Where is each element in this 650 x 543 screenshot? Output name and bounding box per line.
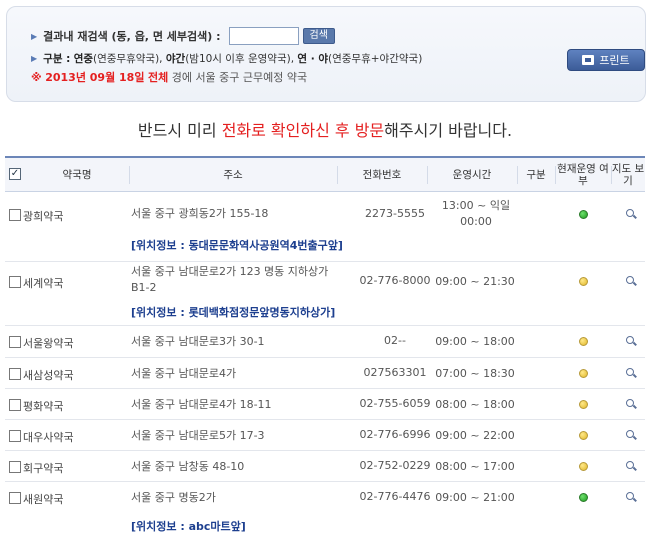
header-type: 구분 [526,169,546,181]
printer-icon [582,55,595,65]
bullet-arrow-icon: ▶ [31,54,38,63]
pharmacy-name[interactable]: 회구약국 [23,460,63,476]
row-checkbox[interactable] [9,430,21,442]
location-info: [위치정보 : 롯데백화점정문앞명동지하상가] [131,306,336,319]
pharmacy-name[interactable]: 세계약국 [23,275,63,291]
pharmacy-hours: 09:00 ~ 22:00 [435,429,515,442]
header-address: 주소 [223,169,243,181]
legend-night-title: 야간 [165,53,186,65]
pharmacy-address: 서울 중구 남대문로4가 [131,367,237,380]
legend-row: ▶ 구분 : 연중 (연중무휴약국), 야간 (밤10시 이후 운영약국), 연… [31,51,422,66]
pharmacy-name[interactable]: 대우사약국 [23,429,74,445]
map-view-icon[interactable] [625,460,637,472]
pharmacy-name[interactable]: 서울왕약국 [23,335,74,351]
row-checkbox[interactable] [9,399,21,411]
legend-day-desc: (연중무휴약국), [93,53,163,65]
header-hours: 운영시간 [452,169,492,181]
pharmacy-name[interactable]: 평화약국 [23,398,63,414]
table-row: 광희약국 서울 중구 광희동2가 155-18 2273-5555 13:00 … [5,193,645,262]
header-phone: 전화번호 [362,169,402,181]
map-view-icon[interactable] [625,398,637,410]
search-panel: ▶ 결과내 재검색 (동, 읍, 면 세부검색) : 검색 ▶ 구분 : 연중 … [6,6,646,102]
pharmacy-name[interactable]: 광희약국 [23,208,63,224]
notice-after: 해주시기 바랍니다. [384,121,513,140]
row-checkbox[interactable] [9,336,21,348]
status-dot-icon [579,493,588,502]
date-suffix: 경에 서울 중구 근무예정 약국 [171,71,308,84]
date-scope: 전체 [147,71,169,84]
legend-both-title: 연 · 야 [297,53,329,65]
header-status: 현재운영 여부 [557,163,609,187]
pharmacy-table: ✓ 약국명 주소 전화번호 운영시간 구분 현재운영 여부 지도 보기 광희약국… [5,156,645,533]
select-all-checkbox[interactable]: ✓ [9,168,21,180]
status-dot-icon [579,337,588,346]
legend-night-desc: (밤10시 이후 운영약국), [185,53,295,65]
table-row: 새삼성약국 서울 중구 남대문로4가 027563301 07:00 ~ 18:… [5,358,645,389]
pharmacy-address: 서울 중구 남대문로4가 18-11 [131,398,272,411]
table-header: ✓ 약국명 주소 전화번호 운영시간 구분 현재운영 여부 지도 보기 [5,156,645,192]
legend-day-title: 연중 [73,53,94,65]
pharmacy-address: 서울 중구 광희동2가 155-18 [131,207,269,220]
row-checkbox[interactable] [9,461,21,473]
pharmacy-name[interactable]: 새원약국 [23,491,63,507]
print-button-label: 프린트 [599,54,630,67]
pharmacy-address: 서울 중구 남대문로3가 30-1 [131,335,265,348]
date-row: ※ 2013년 09월 18일 전체 경에 서울 중구 근무예정 약국 [31,69,307,85]
map-view-icon[interactable] [625,429,637,441]
pharmacy-address: 서울 중구 남대문로2가 123 명동 지하상가 B1-2 [131,265,329,294]
search-label: 결과내 재검색 (동, 읍, 면 세부검색) : [43,30,221,43]
row-checkbox[interactable] [9,492,21,504]
date-value: 2013년 09월 18일 [45,71,145,84]
print-button[interactable]: 프린트 [567,49,645,71]
map-view-icon[interactable] [625,208,637,220]
pharmacy-hours: 13:00 ~ 익일 00:00 [441,199,511,228]
table-row: 서울왕약국 서울 중구 남대문로3가 30-1 02-- 09:00 ~ 18:… [5,326,645,358]
pharmacy-hours: 09:00 ~ 21:00 [435,491,515,504]
header-map: 지도 보기 [611,163,645,187]
pharmacy-hours: 07:00 ~ 18:30 [435,367,515,380]
search-row: ▶ 결과내 재검색 (동, 읍, 면 세부검색) : 검색 [31,27,335,45]
legend-both-desc: (연중무휴+야간약국) [328,53,423,65]
row-checkbox[interactable] [9,368,21,380]
pharmacy-hours: 09:00 ~ 18:00 [435,335,515,348]
status-dot-icon [579,369,588,378]
pharmacy-hours: 08:00 ~ 17:00 [435,460,515,473]
pharmacy-address: 서울 중구 남창동 48-10 [131,460,245,473]
pharmacy-phone: 2273-5555 [365,207,425,220]
header-name: 약국명 [62,169,92,181]
pharmacy-name[interactable]: 새삼성약국 [23,367,74,383]
search-button[interactable]: 검색 [302,28,335,44]
map-view-icon[interactable] [625,275,637,287]
pharmacy-address: 서울 중구 남대문로5가 17-3 [131,429,265,442]
row-checkbox[interactable] [9,276,21,288]
status-dot-icon [579,400,588,409]
table-row: 대우사약국 서울 중구 남대문로5가 17-3 02-776-6996 09:0… [5,420,645,451]
table-row: 회구약국 서울 중구 남창동 48-10 02-752-0229 08:00 ~… [5,451,645,482]
location-info: [위치정보 : abc마트앞] [131,520,246,533]
status-dot-icon [579,277,588,286]
pharmacy-address: 서울 중구 명동2가 [131,491,216,504]
status-dot-icon [579,210,588,219]
map-view-icon[interactable] [625,367,637,379]
status-dot-icon [579,462,588,471]
table-row: 새원약국 서울 중구 명동2가 02-776-4476 09:00 ~ 21:0… [5,482,645,542]
status-dot-icon [579,431,588,440]
map-view-icon[interactable] [625,491,637,503]
notice-highlight: 전화로 확인하신 후 방문 [221,121,385,140]
notice-before: 반드시 미리 [137,121,222,140]
date-marker: ※ [31,70,42,84]
bullet-arrow-icon: ▶ [31,31,38,41]
search-input[interactable] [228,27,299,45]
pharmacy-hours: 08:00 ~ 18:00 [435,398,515,411]
call-notice: 반드시 미리 전화로 확인하신 후 방문해주시기 바랍니다. [0,117,650,141]
location-info: [위치정보 : 동대문문화역사공원역4번출구앞] [131,239,343,252]
row-checkbox[interactable] [9,209,21,221]
map-view-icon[interactable] [625,335,637,347]
pharmacy-hours: 09:00 ~ 21:30 [435,275,515,288]
table-row: 평화약국 서울 중구 남대문로4가 18-11 02-755-6059 08:0… [5,389,645,420]
table-row: 세계약국 서울 중구 남대문로2가 123 명동 지하상가 B1-2 02-77… [5,262,645,326]
legend-prefix: 구분 : [43,53,71,65]
